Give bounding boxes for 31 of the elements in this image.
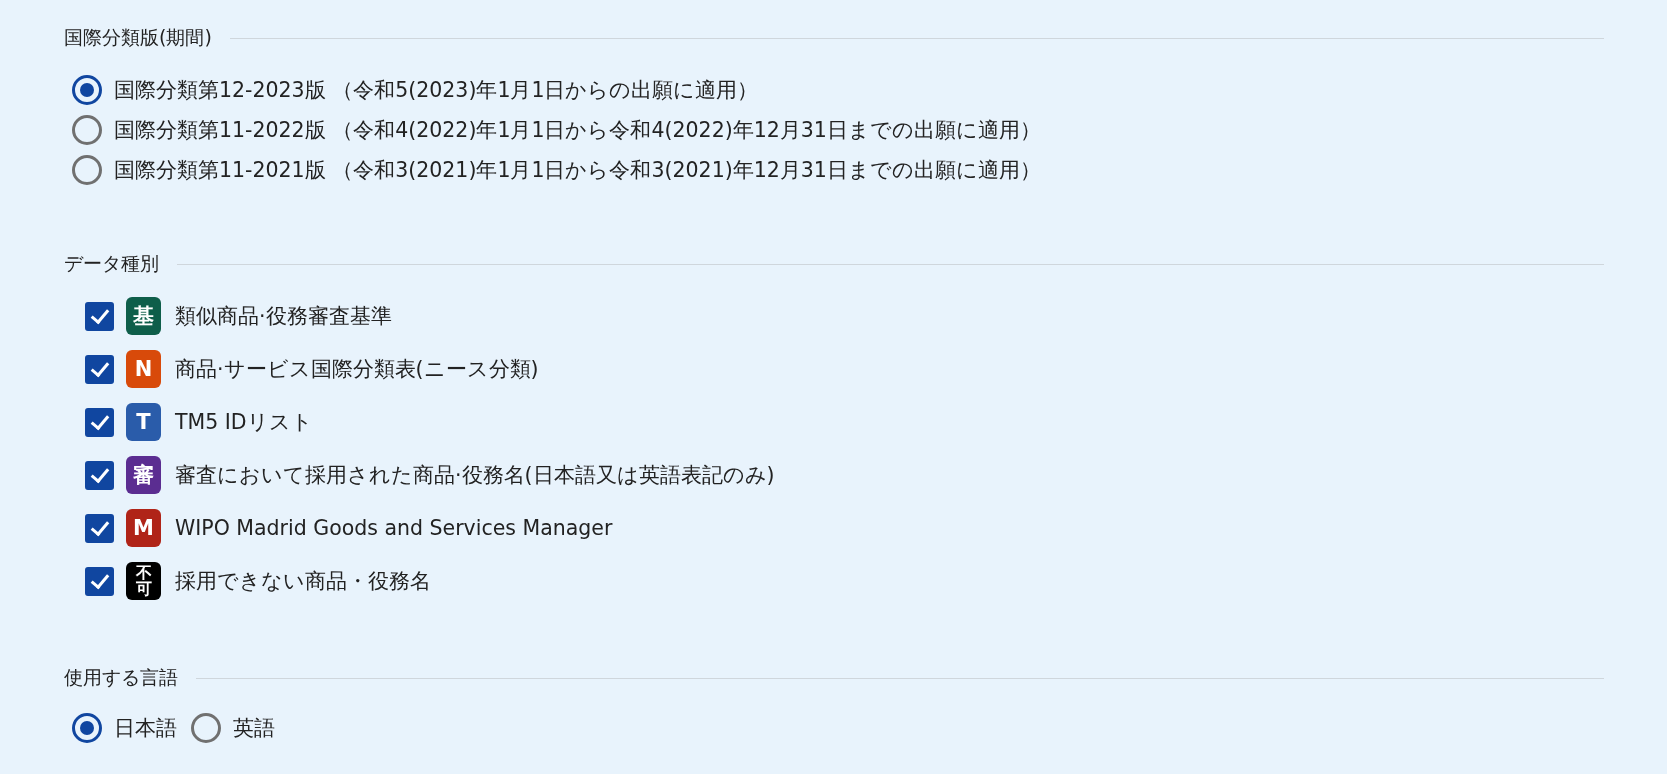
radio-button[interactable] [72, 75, 102, 105]
checkbox[interactable] [85, 460, 114, 490]
checkbox[interactable] [85, 354, 114, 384]
checkbox[interactable] [85, 301, 114, 331]
option-label: 英語 [233, 715, 275, 742]
checkbox[interactable] [85, 407, 114, 437]
option-label: 国際分類第11-2022版 （令和4(2022)年1月1日から令和4(2022)年12月31日までの出願に適用） [114, 117, 1041, 144]
option-label: 国際分類第11-2021版 （令和3(2021)年1月1日から令和3(2021)年12月31日までの出願に適用） [114, 157, 1041, 184]
radio-button[interactable] [191, 713, 221, 743]
radio-button[interactable] [72, 115, 102, 145]
source-badge: 審 [126, 456, 161, 494]
checkbox[interactable] [85, 566, 114, 596]
section-legend: データ種別 [64, 251, 159, 277]
option-label: 日本語 [114, 715, 177, 742]
checkbox[interactable] [85, 513, 114, 543]
option-label: 審査において採用された商品·役務名(日本語又は英語表記のみ) [175, 462, 775, 489]
source-badge: 基 [126, 297, 161, 335]
option-label: 国際分類第12-2023版 （令和5(2023)年1月1日からの出願に適用） [114, 77, 759, 104]
source-badge: 不可 [126, 562, 161, 600]
option-label: 類似商品·役務審査基準 [175, 303, 392, 330]
radio-button[interactable] [72, 155, 102, 185]
source-badge: N [126, 350, 161, 388]
option-label: 商品·サービス国際分類表(ニース分類) [175, 356, 539, 383]
source-badge: M [126, 509, 161, 547]
radio-button[interactable] [72, 713, 102, 743]
section-legend: 使用する言語 [64, 665, 178, 691]
source-badge: T [126, 403, 161, 441]
option-label: TM5 IDリスト [175, 409, 313, 436]
option-label: 採用できない商品・役務名 [175, 568, 431, 595]
option-label: WIPO Madrid Goods and Services Manager [175, 516, 613, 540]
section-legend: 国際分類版(期間) [64, 25, 212, 51]
